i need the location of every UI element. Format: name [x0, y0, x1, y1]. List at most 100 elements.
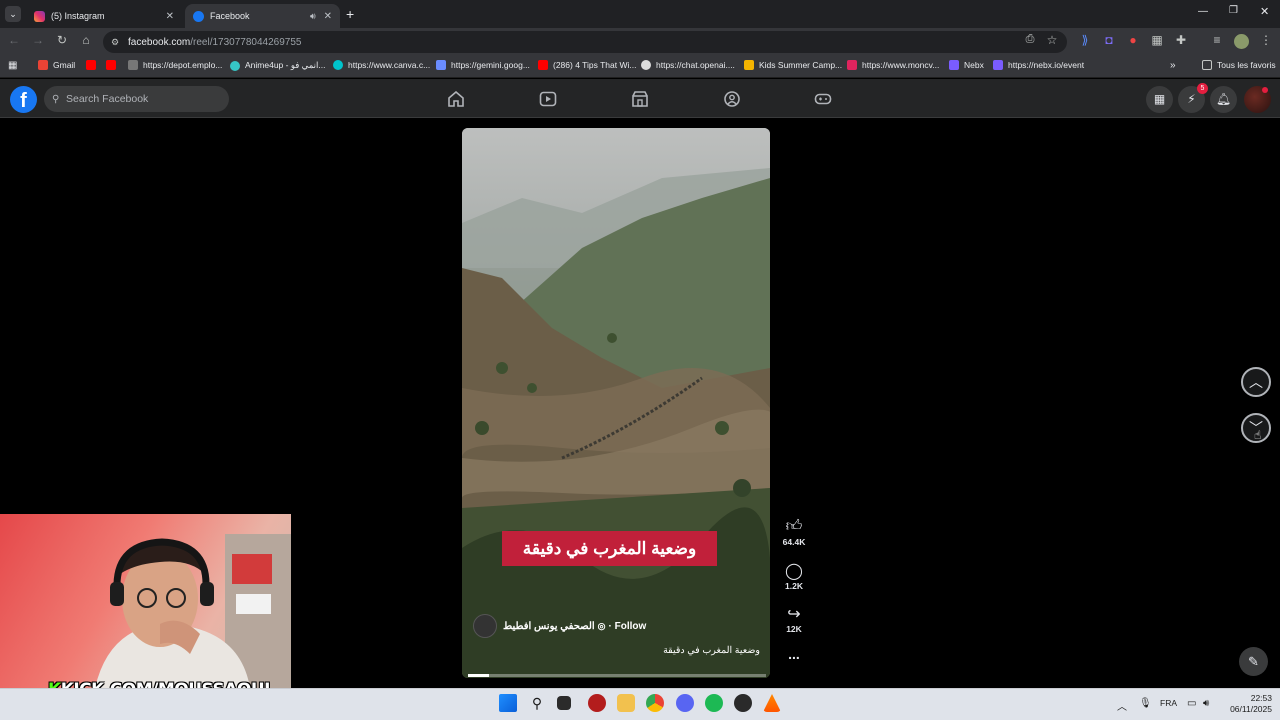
volume-icon[interactable]: 🔊︎ [1203, 698, 1209, 709]
extension-icon-2[interactable]: ◘ [1101, 33, 1117, 47]
extension-icon-3[interactable]: ● [1125, 33, 1141, 47]
address-bar[interactable]: ⚙ facebook.com/reel/1730778044269755 [103, 31, 1067, 53]
comment-action[interactable]: ◯ 1.2K [780, 561, 808, 591]
microphone-icon[interactable]: 🎙︎ [1139, 698, 1152, 709]
file-explorer-icon[interactable] [617, 694, 635, 712]
new-message-button[interactable]: ✎ [1239, 647, 1268, 676]
streamer-figure [95, 534, 291, 688]
share-icon[interactable]: ↪ [780, 604, 808, 623]
windows-taskbar [0, 688, 1280, 720]
chrome-icon[interactable] [646, 694, 664, 712]
webcam-overlay [0, 514, 291, 688]
reel-overlay-caption: وضعية المغرب في دقيقة [502, 531, 717, 566]
close-tab-icon[interactable]: ✕ [166, 11, 174, 22]
nebx-icon [993, 60, 1003, 70]
menu-grid-button[interactable]: ▦ [1146, 86, 1173, 113]
tab-instagram[interactable]: (5) Instagram ✕ [26, 4, 182, 28]
bookmark-youtube-tips[interactable]: (286) 4 Tips That Wi... [538, 60, 636, 70]
install-app-icon[interactable]: ⎙ [1022, 33, 1038, 46]
extension-icon-4[interactable]: ▦ [1149, 33, 1165, 47]
groups-nav-icon[interactable] [723, 91, 741, 107]
marketplace-nav-icon[interactable] [631, 91, 649, 107]
openai-icon [641, 60, 651, 70]
tab-search-button[interactable]: ⌄ [5, 6, 21, 22]
close-window-button[interactable]: ✕ [1260, 5, 1269, 18]
discord-icon[interactable] [676, 694, 694, 712]
back-icon[interactable]: ← [6, 33, 22, 47]
bookmark-kids-camp[interactable]: Kids Summer Camp... [744, 60, 842, 70]
reel-video[interactable] [462, 128, 770, 678]
previous-reel-button[interactable]: ︿ [1241, 367, 1271, 397]
folder-icon [1202, 60, 1212, 70]
close-tab-icon[interactable]: ✕ [324, 11, 332, 22]
obs-icon[interactable] [734, 694, 752, 712]
author-avatar[interactable] [473, 614, 497, 638]
reel-progress-bar[interactable] [468, 674, 766, 677]
bookmark-youtube-2[interactable] [106, 60, 121, 70]
bookmark-gmail[interactable]: Gmail [38, 60, 75, 70]
language-indicator[interactable]: FRA [1160, 698, 1177, 708]
forward-icon[interactable]: → [30, 33, 46, 47]
reel-author[interactable]: الصحفي يونس افطيط ◎ · Follow [473, 614, 646, 638]
search-icon: ⚲ [52, 93, 60, 105]
bookmark-depot[interactable]: https://depot.emplo... [128, 60, 222, 70]
bookmark-canva[interactable]: https://www.canva.c... [333, 60, 430, 70]
thumbs-up-icon[interactable]: 👍︎ [780, 517, 808, 535]
comment-count: 1.2K [785, 581, 803, 591]
spotify-icon[interactable] [705, 694, 723, 712]
tab-title: Facebook [210, 11, 250, 21]
bookmark-label: https://www.moncv... [862, 60, 940, 70]
like-action[interactable]: 👍︎ 64.4K [780, 517, 808, 547]
extensions-puzzle-icon[interactable]: ✚ [1173, 33, 1189, 47]
bookmark-nebx-event[interactable]: https://nebx.io/event [993, 60, 1084, 70]
home-icon[interactable]: ⌂ [78, 33, 94, 47]
restore-button[interactable]: ❐ [1229, 5, 1238, 16]
more-bookmarks-chevron-icon[interactable]: » [1170, 60, 1176, 71]
task-view-icon[interactable] [557, 696, 571, 710]
reading-list-icon[interactable]: ≡ [1209, 33, 1225, 47]
menu-kebab-icon[interactable]: ⋮ [1258, 33, 1274, 47]
comment-icon[interactable]: ◯ [780, 561, 808, 580]
gaming-nav-icon[interactable] [814, 91, 832, 107]
apps-grid-icon[interactable]: ▦ [8, 60, 17, 71]
bookmark-youtube-1[interactable] [86, 60, 101, 70]
search-facebook-input[interactable]: ⚲ Search Facebook [44, 86, 229, 112]
speaker-icon[interactable]: 🔊︎ [310, 11, 316, 22]
all-bookmarks-folder[interactable]: Tous les favoris [1202, 60, 1276, 70]
search-icon[interactable]: ⚲ [528, 694, 546, 712]
extension-icon-1[interactable]: ⟫ [1077, 33, 1093, 47]
new-tab-button[interactable]: + [346, 6, 354, 22]
minimize-button[interactable]: — [1198, 6, 1208, 17]
messenger-badge: 5 [1197, 83, 1208, 94]
facebook-logo[interactable]: f [10, 86, 37, 113]
depot-icon [128, 60, 138, 70]
anime4up-icon [230, 60, 240, 71]
profile-avatar[interactable] [1234, 34, 1249, 49]
clock[interactable]: 22:53 06/11/2025 [1222, 693, 1272, 715]
home-nav-icon[interactable] [447, 91, 465, 107]
share-count: 12K [786, 624, 802, 634]
author-name[interactable]: الصحفي يونس افطيط [503, 621, 595, 632]
network-icon[interactable]: ▭ [1187, 698, 1196, 709]
bookmark-label: https://nebx.io/event [1008, 60, 1085, 70]
app-red-icon[interactable] [588, 694, 606, 712]
bookmark-chatgpt[interactable]: https://chat.openai.... [641, 60, 735, 70]
windows-start-icon[interactable] [499, 694, 517, 712]
bookmark-anime4up[interactable]: Anime4up - انمي فو... [230, 60, 325, 71]
url-host: facebook.com [128, 36, 191, 48]
site-info-icon[interactable]: ⚙ [111, 37, 119, 48]
share-action[interactable]: ↪ 12K [780, 604, 808, 634]
bookmark-moncv[interactable]: https://www.moncv... [847, 60, 939, 70]
bookmark-star-icon[interactable]: ☆ [1044, 33, 1060, 47]
clock-date: 06/11/2025 [1230, 704, 1272, 714]
follow-link[interactable]: · Follow [609, 621, 647, 632]
tab-facebook[interactable]: Facebook 🔊︎ ✕ [185, 4, 340, 28]
gmail-icon [38, 60, 48, 70]
bookmark-nebx[interactable]: Nebx [949, 60, 984, 70]
bookmark-gemini[interactable]: https://gemini.goog... [436, 60, 530, 70]
video-nav-icon[interactable] [539, 91, 557, 107]
tray-chevron-icon[interactable]: ︿ [1117, 698, 1127, 713]
reload-icon[interactable]: ↻ [54, 33, 70, 47]
more-options-button[interactable]: ... [780, 646, 808, 662]
notifications-button[interactable]: 🔔︎ [1210, 86, 1237, 113]
